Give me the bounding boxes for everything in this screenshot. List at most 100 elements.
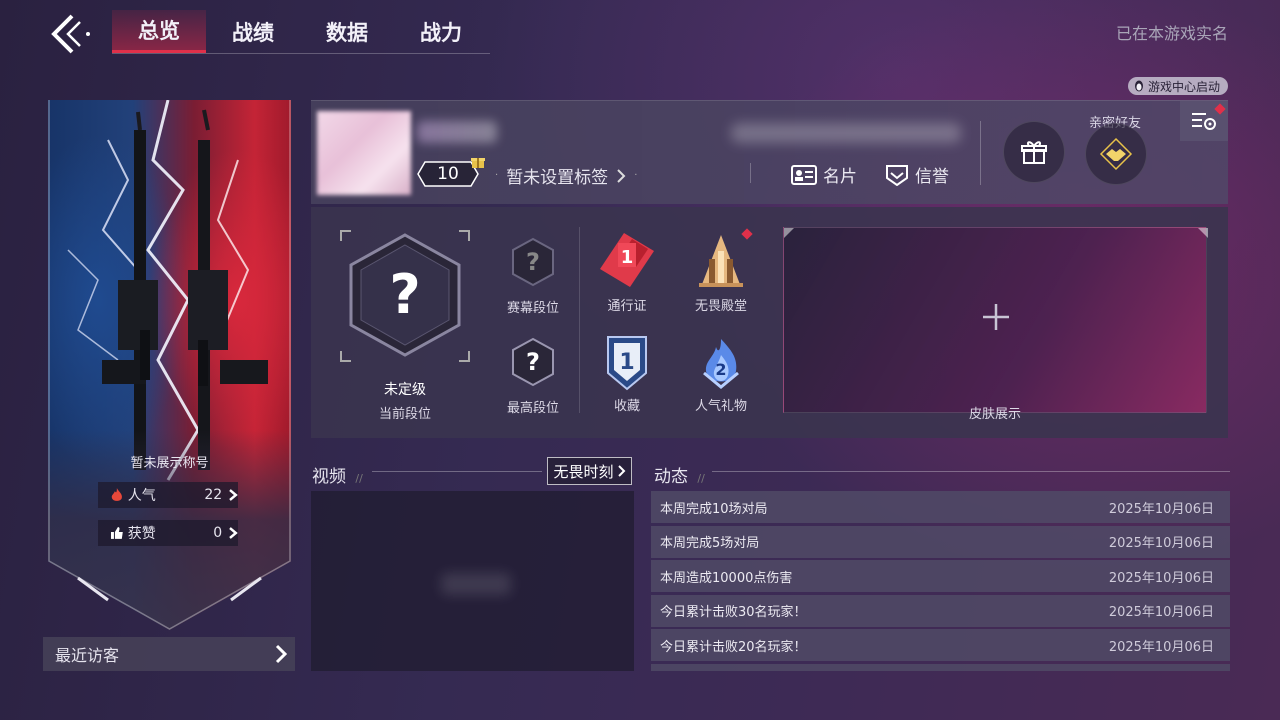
fearless-moments-button[interactable]: 无畏时刻 [547, 457, 632, 485]
video-area[interactable] [311, 491, 634, 671]
level-gift-icon [471, 155, 485, 172]
feed-item[interactable]: 今日累计击败30名玩家！ 2025年10月06日 [651, 594, 1230, 627]
level-badge: 10 [417, 161, 479, 187]
tag-prompt: 暂未设置标签 [506, 168, 609, 188]
season-rank-label: 赛幕段位 [506, 301, 559, 316]
realname-status: 已在本游戏实名 [1115, 24, 1228, 43]
set-tag-button[interactable]: · 暂未设置标签 · [495, 163, 637, 188]
tab-label: 战力 [420, 20, 462, 45]
thumbs-up-icon [110, 527, 123, 539]
feed-date: 2025年10月06日 [1108, 639, 1214, 655]
business-card-label: 名片 [823, 167, 857, 187]
season-rank[interactable]: ? 赛幕段位 [493, 237, 573, 316]
penguin-icon [1134, 80, 1143, 92]
skin-showcase-label: 皮肤展示 [968, 407, 1021, 422]
launch-badge-label: 游戏中心启动 [1147, 79, 1220, 94]
svg-text:?: ? [389, 263, 420, 326]
id-card-icon [791, 164, 817, 185]
rank-collection-panel: ? 未定级 当前段位 ? 赛幕段位 ? 最高段位 1 通行证 无畏殿堂 1 收藏… [311, 207, 1228, 438]
battle-pass-icon: 1 [600, 233, 654, 287]
avatar[interactable] [317, 111, 411, 195]
moments-label: 无畏时刻 [553, 462, 614, 481]
profile-card: 10 · 暂未设置标签 · 名片 信誉 亲密好友 [311, 100, 1228, 204]
tab-records[interactable]: 战绩 [206, 10, 300, 53]
player-level: 10 [437, 164, 459, 184]
back-button[interactable] [46, 12, 102, 56]
display-settings-button[interactable] [1180, 101, 1228, 141]
feed-item[interactable]: 本周完成10场对局 2025年10月06日 [651, 491, 1230, 523]
unknown-rank-icon: ? [512, 337, 554, 387]
unranked-emblem-icon: ? [340, 230, 470, 362]
chevron-right-icon [229, 527, 238, 539]
credit-label: 信誉 [915, 167, 949, 187]
battle-pass-level: 1 [621, 247, 634, 268]
video-title: 视频 [312, 467, 346, 487]
svg-text:?: ? [526, 248, 540, 276]
likes-label: 获赞 [127, 526, 156, 542]
feed-date: 2025年10月06日 [1108, 605, 1214, 620]
settings-list-icon [1192, 113, 1216, 130]
fearless-hall-label: 无畏殿堂 [694, 299, 747, 314]
video-placeholder [441, 573, 511, 595]
battle-pass-label: 通行证 [607, 299, 647, 314]
recent-visitors-label: 最近访客 [55, 646, 120, 665]
flame-icon [111, 488, 122, 501]
tab-overview[interactable]: 总览 [112, 10, 206, 53]
fearless-hall[interactable]: 无畏殿堂 [681, 231, 761, 314]
credit-button[interactable]: 信誉 [885, 162, 949, 187]
business-card-button[interactable]: 名片 [791, 162, 857, 187]
collection-label: 收藏 [613, 399, 640, 414]
battle-pass[interactable]: 1 通行证 [587, 231, 667, 314]
feed-item-partial[interactable] [651, 663, 1230, 671]
highest-rank[interactable]: ? 最高段位 [493, 337, 573, 416]
section-line [372, 471, 542, 472]
feed-date: 2025年10月06日 [1108, 501, 1214, 517]
popularity-value: 22 [204, 487, 223, 503]
add-skin-icon [784, 228, 1208, 330]
skin-showcase-slot[interactable] [783, 227, 1208, 413]
tab-label: 数据 [326, 20, 368, 45]
close-friend-button[interactable] [1085, 123, 1147, 185]
feed-item[interactable]: 本周造成10000点伤害 2025年10月06日 [651, 560, 1230, 592]
divider [579, 227, 580, 413]
gift-level: 2 [715, 360, 726, 379]
gift-button[interactable] [1003, 121, 1065, 183]
likes-row[interactable]: 获赞 0 [98, 520, 238, 546]
tab-data[interactable]: 数据 [300, 10, 394, 53]
svg-text:?: ? [526, 348, 540, 376]
profile-banner: 暂未展示称号 人气 22 获赞 0 [48, 100, 291, 630]
player-id-hidden [731, 123, 961, 143]
popularity-gifts[interactable]: 2 人气礼物 [681, 335, 761, 414]
chevron-right-icon [275, 644, 287, 664]
feed-date: 2025年10月06日 [1108, 536, 1214, 551]
likes-value: 0 [213, 525, 223, 541]
game-center-launch-badge: 游戏中心启动 [1127, 77, 1228, 95]
blue-flame-gift-icon: 2 [703, 339, 739, 389]
section-line [712, 471, 1230, 472]
feed-text: 今日累计击败30名玩家！ [660, 605, 807, 620]
weapon-banner-art [48, 100, 291, 630]
popularity-gifts-label: 人气礼物 [694, 399, 747, 414]
feed-text: 今日累计击败20名玩家！ [660, 639, 807, 655]
tab-label: 总览 [138, 19, 180, 43]
collection[interactable]: 1 收藏 [587, 335, 667, 414]
chevron-right-icon [229, 489, 238, 501]
feed-item[interactable]: 今日累计击败20名玩家！ 2025年10月06日 [651, 629, 1230, 661]
video-section-title: 视频 // [312, 467, 363, 487]
feed-item[interactable]: 本周完成5场对局 2025年10月06日 [651, 525, 1230, 558]
shield-check-icon [886, 164, 908, 186]
chevron-right-icon [617, 465, 625, 477]
popularity-row[interactable]: 人气 22 [98, 482, 238, 508]
chevron-right-icon [617, 168, 626, 183]
current-rank[interactable]: ? 未定级 当前段位 [337, 227, 473, 427]
temple-icon [699, 235, 743, 287]
recent-visitors-button[interactable]: 最近访客 [43, 637, 295, 671]
title-display: 暂未展示称号 [130, 456, 209, 471]
divider [980, 121, 981, 185]
collection-level: 1 [619, 350, 634, 375]
activity-feed: 本周完成10场对局 2025年10月06日 本周完成5场对局 2025年10月0… [651, 491, 1230, 671]
feed-text: 本周完成5场对局 [660, 536, 760, 551]
divider [750, 163, 751, 183]
tab-power[interactable]: 战力 [394, 10, 488, 53]
collection-shield-icon: 1 [607, 336, 647, 391]
